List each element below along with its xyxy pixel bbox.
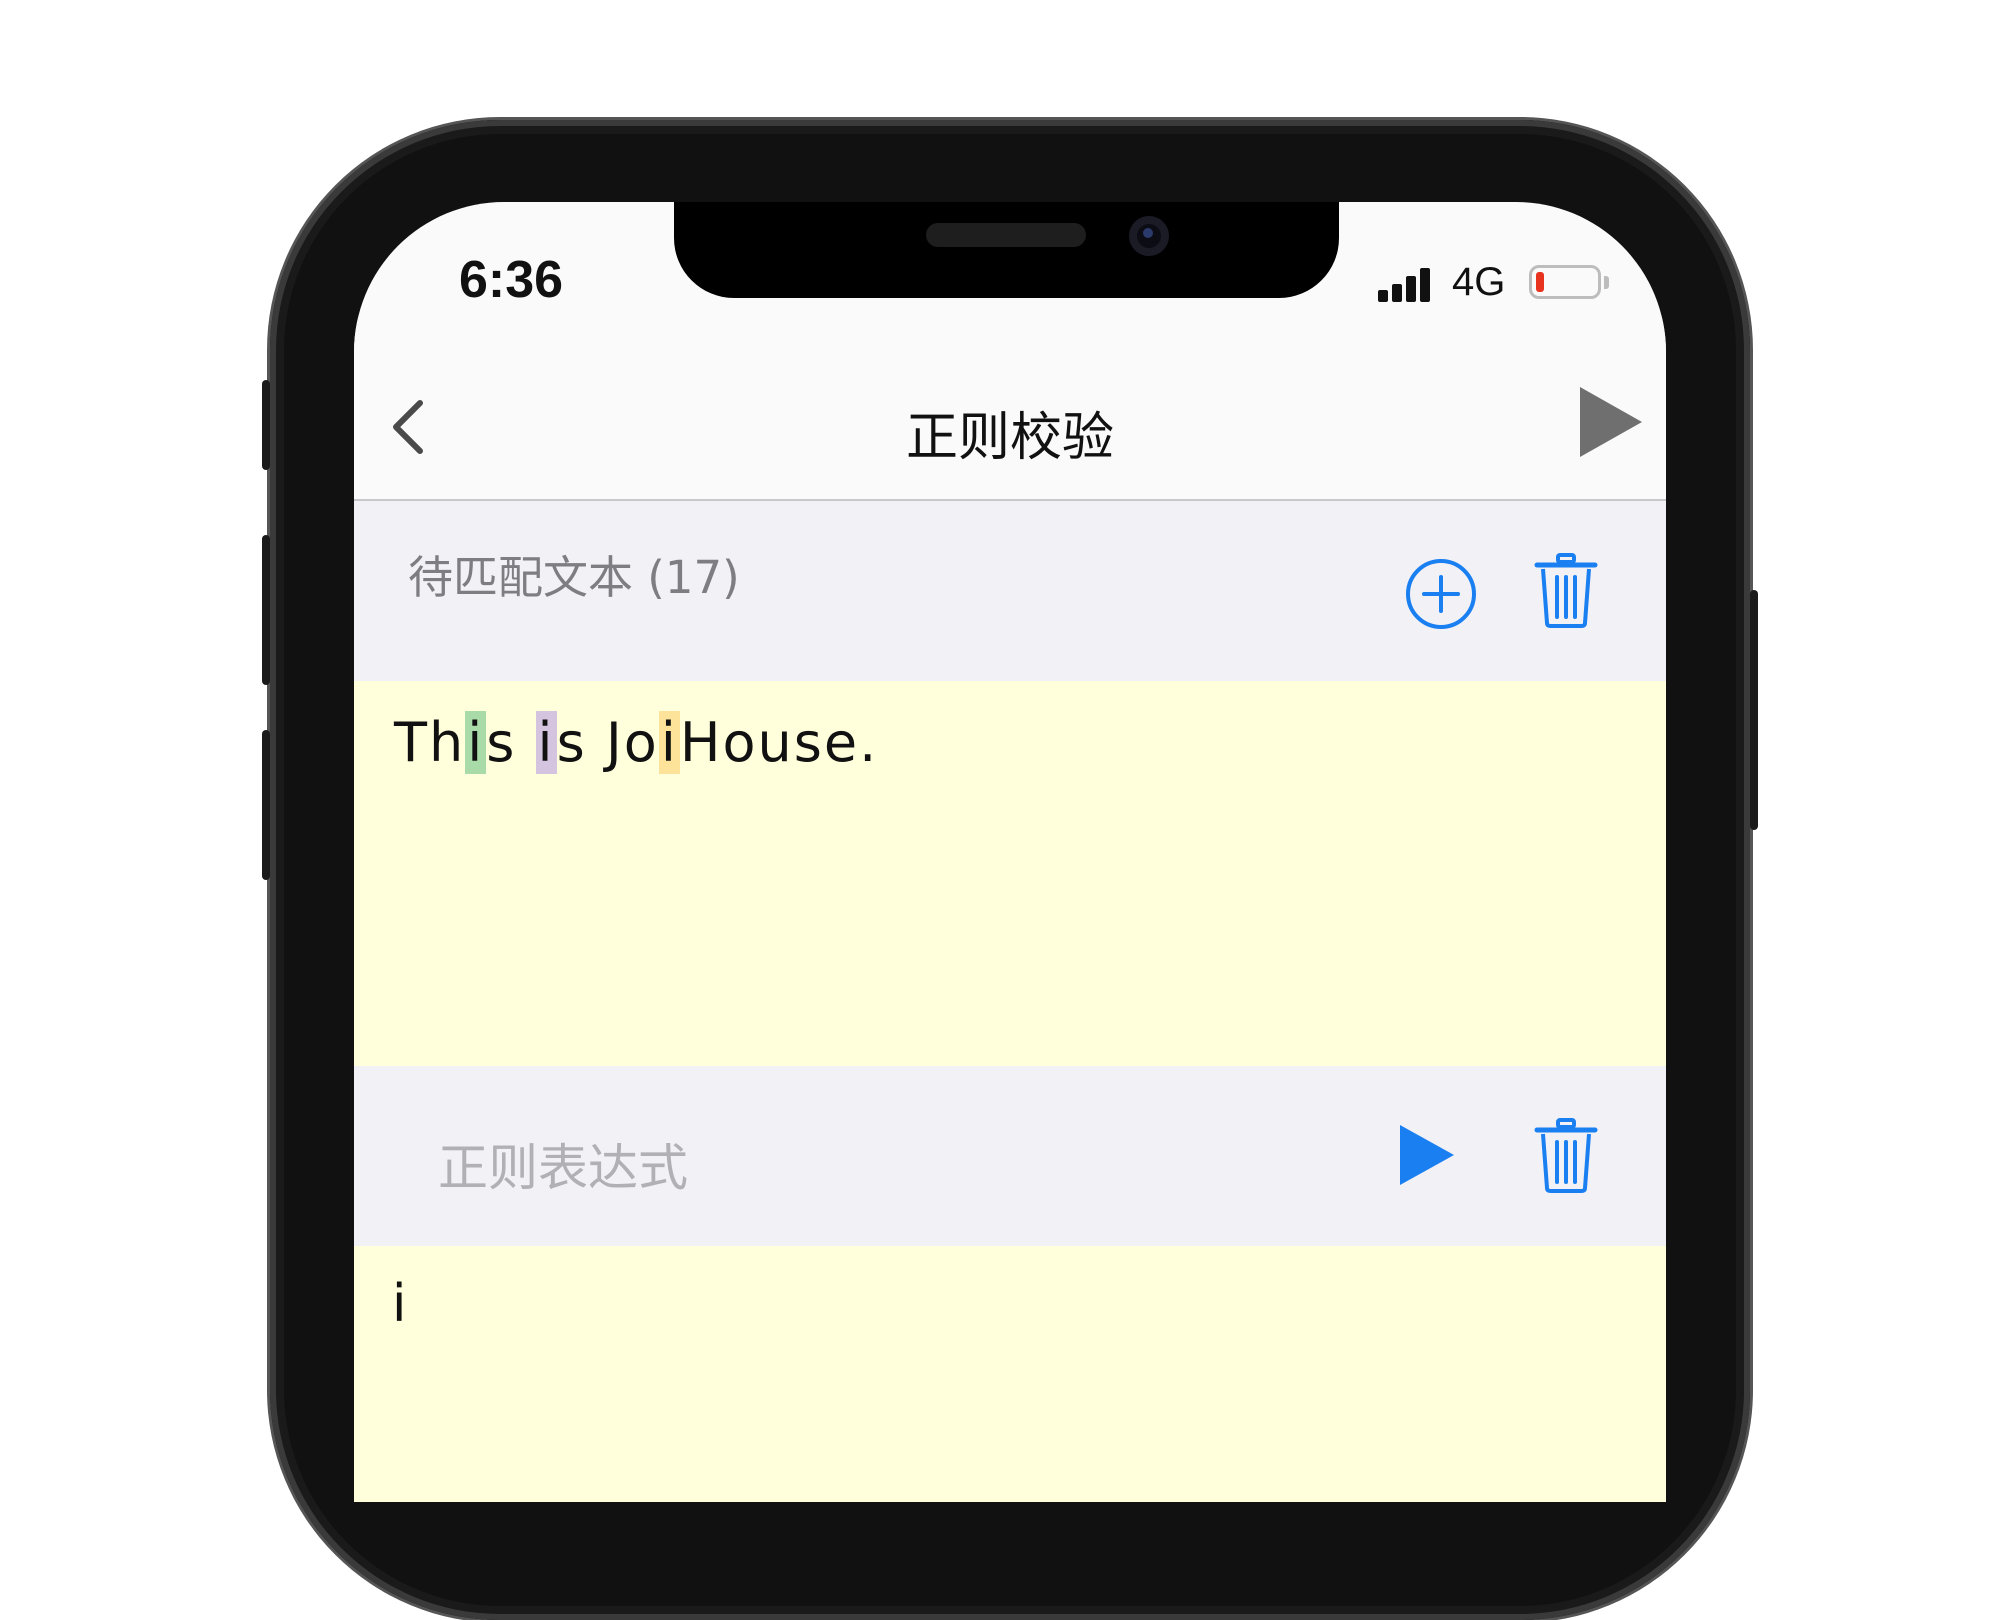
plus-circle-icon[interactable] xyxy=(1404,557,1478,631)
trash-icon[interactable] xyxy=(1534,1118,1598,1194)
play-icon[interactable] xyxy=(1397,1122,1457,1188)
regex-placeholder: 正则表达式 xyxy=(438,1139,688,1197)
match-highlight: i xyxy=(465,711,487,774)
play-icon[interactable] xyxy=(1576,383,1646,461)
volume-up-button xyxy=(262,535,270,685)
screen: 6:36 4G 正则校验 待匹配文本 (17) This is JoiHouse… xyxy=(354,202,1666,1502)
text-segment: s xyxy=(486,711,536,774)
match-text-input[interactable]: This is JoiHouse. xyxy=(354,681,1666,1066)
match-highlight: i xyxy=(658,711,680,774)
page-title: 正则校验 xyxy=(905,408,1114,468)
match-text-content[interactable]: This is JoiHouse. xyxy=(394,711,878,774)
power-button xyxy=(1750,590,1758,830)
battery-low-icon xyxy=(1529,265,1601,299)
network-type: 4G xyxy=(1452,260,1506,304)
regex-input[interactable]: i xyxy=(354,1246,1666,1502)
front-camera xyxy=(1129,216,1169,256)
cellular-signal-icon xyxy=(1378,264,1442,302)
regex-value[interactable]: i xyxy=(392,1274,406,1334)
text-segment: s Jo xyxy=(556,711,659,774)
status-time: 6:36 xyxy=(459,251,564,309)
regex-section-header: 正则表达式 xyxy=(354,1066,1666,1246)
notch xyxy=(674,202,1339,298)
text-section-label: 待匹配文本 (17) xyxy=(408,551,740,604)
silent-switch xyxy=(262,380,270,470)
volume-down-button xyxy=(262,730,270,880)
battery-tip xyxy=(1604,276,1609,289)
match-highlight: i xyxy=(535,711,557,774)
phone-frame: 6:36 4G 正则校验 待匹配文本 (17) This is JoiHouse… xyxy=(262,120,1758,1620)
speaker-grille xyxy=(926,223,1086,247)
navigation-bar: 正则校验 xyxy=(354,317,1666,501)
text-section-header: 待匹配文本 (17) xyxy=(354,501,1666,681)
trash-icon[interactable] xyxy=(1534,553,1598,629)
text-segment: House. xyxy=(679,711,879,774)
text-segment: Th xyxy=(394,711,466,774)
